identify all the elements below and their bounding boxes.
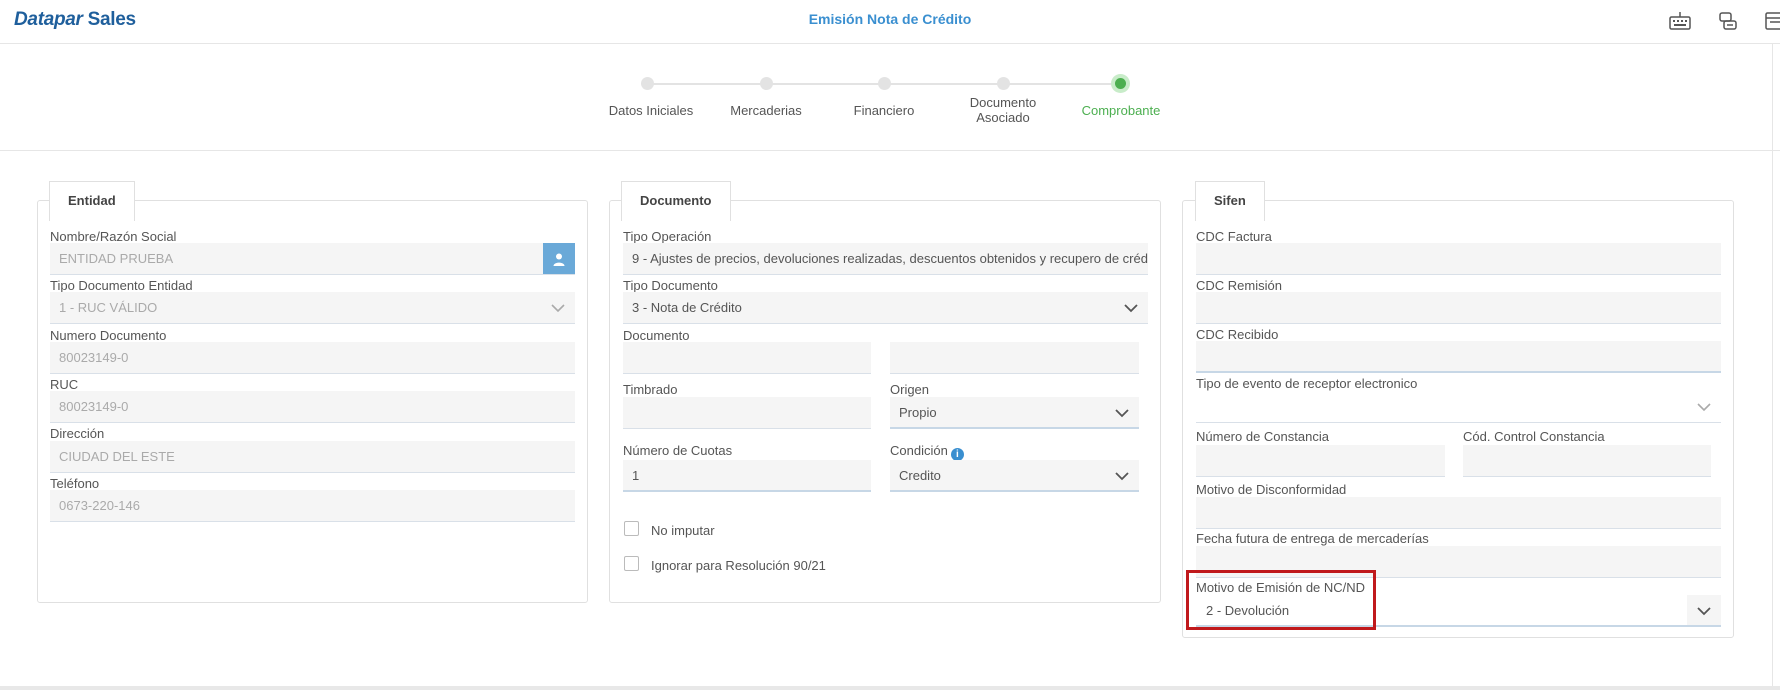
chevron-down-icon[interactable] <box>1105 460 1139 490</box>
telefono-field[interactable]: 0673-220-146 <box>50 490 575 522</box>
sifen-legend: Sifen <box>1195 181 1265 221</box>
tipo-documento-label: Tipo Documento <box>623 278 718 293</box>
tipo-documento-value: 3 - Nota de Crédito <box>632 300 742 315</box>
cod-control-field[interactable] <box>1463 445 1711 477</box>
condicion-label-text: Condición <box>890 443 948 458</box>
ruc-label: RUC <box>50 377 79 392</box>
tipo-evento-label: Tipo de evento de receptor electronico <box>1196 376 1418 391</box>
documento-legend: Documento <box>621 181 731 221</box>
tipo-evento-select[interactable] <box>1196 391 1721 423</box>
documento-field-1[interactable] <box>623 342 871 374</box>
top-bar: Datapar Sales Emisión Nota de Crédito <box>0 0 1780 44</box>
menu-icon[interactable] <box>1764 10 1780 32</box>
step-dot-comprobante[interactable] <box>1111 74 1130 93</box>
cdc-factura-label: CDC Factura <box>1196 229 1272 244</box>
numero-doc-field[interactable]: 80023149-0 <box>50 342 575 374</box>
origen-select[interactable]: Propio <box>890 397 1139 429</box>
chevron-down-icon[interactable] <box>1687 391 1721 422</box>
cash-register-icon[interactable] <box>1716 10 1740 32</box>
highlight-box <box>1186 570 1376 630</box>
direccion-label: Dirección <box>50 426 105 441</box>
tipo-documento-select[interactable]: 3 - Nota de Crédito <box>623 292 1148 324</box>
entidad-panel: Entidad Nombre/Razón Social ENTIDAD PRUE… <box>37 181 588 603</box>
tipo-doc-entidad-select[interactable]: 1 - RUC VÁLIDO <box>50 292 575 324</box>
cdc-recibido-field[interactable] <box>1196 341 1721 373</box>
step-label-datos-iniciales[interactable]: Datos Iniciales <box>586 103 716 118</box>
scroll-edge <box>1772 44 1773 686</box>
documento-field-2[interactable] <box>890 342 1139 374</box>
step-label-documento-asociado[interactable]: Documento Asociado <box>938 95 1068 125</box>
nombre-field[interactable]: ENTIDAD PRUEBA <box>50 243 575 275</box>
cuotas-label: Número de Cuotas <box>623 443 733 458</box>
motivo-disconformidad-label: Motivo de Disconformidad <box>1196 482 1347 497</box>
chevron-down-icon[interactable] <box>1114 292 1148 323</box>
tipo-doc-entidad-value: 1 - RUC VÁLIDO <box>59 300 158 315</box>
step-dot-mercaderias[interactable] <box>760 77 773 90</box>
condicion-select[interactable]: Credito <box>890 460 1139 492</box>
telefono-label: Teléfono <box>50 476 100 491</box>
step-label-mercaderias[interactable]: Mercaderias <box>701 103 831 118</box>
user-icon <box>553 253 565 266</box>
timbrado-field[interactable] <box>623 397 871 429</box>
wizard-stepper: Datos Iniciales Mercaderias Financiero D… <box>0 44 1780 151</box>
tipo-doc-entidad-label: Tipo Documento Entidad <box>50 278 193 293</box>
origen-label: Origen <box>890 382 930 397</box>
origen-value: Propio <box>899 405 937 420</box>
step-dot-documento-asociado[interactable] <box>997 77 1010 90</box>
page-title: Emisión Nota de Crédito <box>808 11 972 27</box>
user-search-button[interactable] <box>543 243 575 274</box>
step-label-line2: Asociado <box>976 110 1030 125</box>
cdc-remision-label: CDC Remisión <box>1196 278 1282 293</box>
step-label-comprobante[interactable]: Comprobante <box>1056 103 1186 118</box>
chevron-down-icon[interactable] <box>541 292 575 323</box>
entidad-legend: Entidad <box>49 181 135 221</box>
ignorar-resolucion-label[interactable]: Ignorar para Resolución 90/21 <box>651 558 826 573</box>
ruc-field[interactable]: 80023149-0 <box>50 391 575 423</box>
direccion-field[interactable]: CIUDAD DEL ESTE <box>50 441 575 473</box>
fecha-futura-label: Fecha futura de entrega de mercaderías <box>1196 531 1429 546</box>
cdc-recibido-label: CDC Recibido <box>1196 327 1279 342</box>
no-imputar-label[interactable]: No imputar <box>651 523 715 538</box>
nombre-label: Nombre/Razón Social <box>50 229 177 244</box>
numero-constancia-field[interactable] <box>1196 445 1445 477</box>
documento-panel: Documento Tipo Operación 9 - Ajustes de … <box>609 181 1161 603</box>
keyboard-icon[interactable] <box>1668 10 1692 32</box>
cod-control-label: Cód. Control Constancia <box>1463 429 1605 444</box>
tipo-operacion-field[interactable]: 9 - Ajustes de precios, devoluciones rea… <box>623 243 1148 275</box>
step-dot-datos-iniciales[interactable] <box>641 77 654 90</box>
step-label-line1: Documento <box>969 95 1037 110</box>
motivo-disconformidad-field[interactable] <box>1196 497 1721 529</box>
nombre-value: ENTIDAD PRUEBA <box>59 251 174 266</box>
tipo-operacion-label: Tipo Operación <box>623 229 712 244</box>
condicion-label: Condición i <box>890 443 964 461</box>
numero-constancia-label: Número de Constancia <box>1196 429 1329 444</box>
cdc-remision-field[interactable] <box>1196 292 1721 324</box>
numero-doc-label: Numero Documento <box>50 328 167 343</box>
documento-label: Documento <box>623 328 690 343</box>
step-dot-financiero[interactable] <box>878 77 891 90</box>
cuotas-field[interactable]: 1 <box>623 460 871 492</box>
no-imputar-checkbox[interactable] <box>624 521 639 536</box>
chevron-down-icon[interactable] <box>1105 397 1139 427</box>
step-label-financiero[interactable]: Financiero <box>819 103 949 118</box>
chevron-down-icon[interactable] <box>1687 595 1721 625</box>
ignorar-resolucion-checkbox[interactable] <box>624 556 639 571</box>
condicion-value: Credito <box>899 468 941 483</box>
timbrado-label: Timbrado <box>623 382 678 397</box>
bottom-divider <box>0 686 1780 690</box>
cdc-factura-field[interactable] <box>1196 243 1721 275</box>
